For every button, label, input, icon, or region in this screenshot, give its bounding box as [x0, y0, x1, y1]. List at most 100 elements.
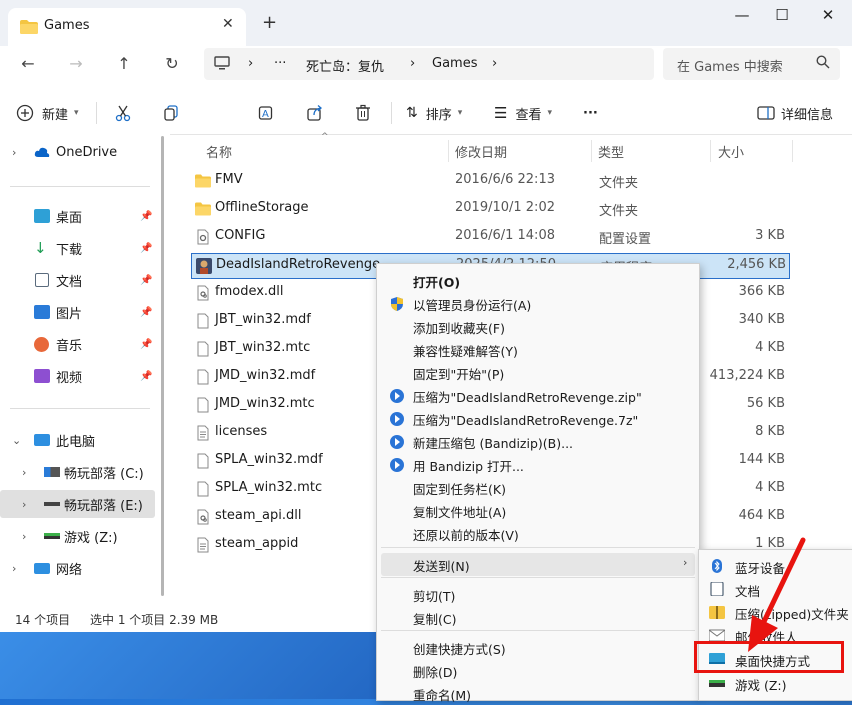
dll-file-icon: [195, 285, 211, 301]
sidebar-item-drive-c[interactable]: › 畅玩部落 (C:): [0, 458, 155, 486]
column-header-date[interactable]: 修改日期: [455, 142, 507, 161]
forward-arrow-icon[interactable]: →: [65, 54, 87, 76]
breadcrumb-item[interactable]: Games: [432, 56, 477, 71]
sidebar-item-network[interactable]: › 网络: [0, 554, 155, 582]
divider: [391, 102, 392, 124]
file-row[interactable]: FMV 2016/6/6 22:13 文件夹: [191, 169, 788, 193]
menu-item-pin-to-taskbar[interactable]: 固定到任务栏(K): [381, 476, 695, 499]
column-header-type[interactable]: 类型: [598, 142, 624, 161]
cloud-icon: [34, 147, 50, 157]
sidebar-item-drive-e[interactable]: › 畅玩部落 (E:): [0, 490, 155, 518]
send-to-zip-folder[interactable]: 压缩(zipped)文件夹: [703, 601, 852, 624]
sidebar-item-videos[interactable]: 视频 📌: [0, 362, 155, 390]
sidebar-item-pictures[interactable]: 图片 📌: [0, 298, 155, 326]
copy-button[interactable]: [162, 102, 180, 124]
close-tab-icon[interactable]: ✕: [222, 16, 234, 32]
cut-button[interactable]: [114, 102, 132, 124]
scissors-icon: [115, 105, 131, 122]
send-to-drive-z[interactable]: 游戏 (Z:): [703, 672, 852, 695]
sidebar-item-drive-z[interactable]: › 游戏 (Z:): [0, 522, 155, 550]
share-button[interactable]: [306, 102, 324, 124]
breadcrumb-more[interactable]: ···: [274, 56, 286, 71]
text-file-icon: [195, 425, 211, 441]
config-file-icon: [195, 229, 211, 245]
delete-button[interactable]: [354, 102, 372, 124]
sidebar-item-documents[interactable]: 文档 📌: [0, 266, 155, 294]
menu-item-delete[interactable]: 删除(D): [381, 659, 695, 682]
menu-item-label: 创建快捷方式(S): [413, 642, 506, 657]
menu-item-label: 以管理员身份运行(A): [413, 298, 532, 313]
column-header-name[interactable]: 名称: [206, 142, 232, 161]
sidebar-label: 桌面: [56, 210, 83, 226]
network-icon: [34, 562, 50, 574]
more-options-button[interactable]: ···: [583, 102, 598, 124]
menu-item-compress-7z[interactable]: 压缩为"DeadIslandRetroRevenge.7z": [381, 407, 695, 430]
details-button[interactable]: 详细信息: [757, 102, 833, 124]
menu-item-open[interactable]: 打开(O): [381, 269, 695, 292]
sidebar-item-desktop[interactable]: 桌面 📌: [0, 202, 155, 230]
menu-item-copy[interactable]: 复制(C): [381, 606, 695, 629]
menu-item-label: 固定到任务栏(K): [413, 482, 506, 497]
file-icon: [195, 481, 211, 497]
picture-icon: [34, 305, 50, 319]
up-arrow-icon[interactable]: ↑: [113, 54, 135, 76]
menu-item-label: 删除(D): [413, 665, 458, 680]
menu-item-rename[interactable]: 重命名(M): [381, 682, 695, 705]
sidebar-item-this-pc[interactable]: ⌄ 此电脑: [0, 426, 155, 454]
file-type: 文件夹: [599, 176, 639, 191]
view-list-icon: ☰: [494, 104, 508, 122]
search-input[interactable]: 在 Games 中搜索: [663, 48, 840, 80]
sort-ascending-icon: ^: [321, 132, 329, 142]
sidebar-label: 网络: [56, 562, 83, 578]
menu-item-cut[interactable]: 剪切(T): [381, 583, 695, 606]
share-icon: [307, 105, 322, 121]
menu-item-add-to-favorites[interactable]: 添加到收藏夹(F): [381, 315, 695, 338]
address-bar[interactable]: › ··· 死亡岛：复仇 › Games ›: [204, 48, 654, 80]
pin-icon: 📌: [140, 338, 153, 350]
menu-item-new-archive[interactable]: 新建压缩包 (Bandizip)(B)...: [381, 430, 695, 453]
back-arrow-icon[interactable]: ←: [17, 54, 39, 76]
file-row[interactable]: OfflineStorage 2019/10/1 2:02 文件夹: [191, 197, 788, 221]
refresh-icon[interactable]: ↻: [161, 54, 183, 76]
menu-item-pin-to-start[interactable]: 固定到"开始"(P): [381, 361, 695, 384]
copy-icon: [164, 105, 178, 121]
file-name: CONFIG: [215, 228, 266, 243]
details-label: 详细信息: [781, 107, 834, 123]
file-size: 413,224 KB: [709, 368, 785, 383]
menu-item-restore-previous-versions[interactable]: 还原以前的版本(V): [381, 522, 695, 545]
new-tab-button[interactable]: +: [262, 12, 277, 33]
bandizip-icon: [389, 388, 405, 404]
menu-item-compress-zip[interactable]: 压缩为"DeadIslandRetroRevenge.zip": [381, 384, 695, 407]
tab-games[interactable]: Games ✕: [8, 8, 246, 46]
sort-button[interactable]: ⇅ 排序 ▾: [406, 102, 462, 124]
menu-item-copy-path[interactable]: 复制文件地址(A): [381, 499, 695, 522]
menu-item-create-shortcut[interactable]: 创建快捷方式(S): [381, 636, 695, 659]
minimize-button[interactable]: —: [727, 6, 757, 26]
column-header-size[interactable]: 大小: [718, 142, 744, 161]
breadcrumb-item[interactable]: 死亡岛：复仇: [306, 56, 384, 75]
view-button[interactable]: ☰ 查看 ▾: [494, 102, 552, 124]
sidebar-label: 游戏 (Z:): [64, 530, 118, 546]
send-to-bluetooth[interactable]: 蓝牙设备: [703, 555, 852, 578]
folder-icon: [195, 201, 211, 217]
menu-item-run-as-admin[interactable]: 以管理员身份运行(A): [381, 292, 695, 315]
drive-e-icon: [44, 502, 60, 506]
drive-z-icon: [709, 676, 725, 690]
pin-icon: 📌: [140, 274, 153, 286]
sidebar-scrollbar[interactable]: [161, 136, 164, 596]
menu-item-send-to[interactable]: 发送到(N) ›: [381, 553, 695, 576]
view-label: 查看: [515, 107, 542, 123]
file-date: 2016/6/1 14:08: [455, 228, 555, 243]
sidebar-item-downloads[interactable]: ↓ 下载 📌: [0, 234, 155, 262]
file-row[interactable]: CONFIG 2016/6/1 14:08 配置设置 3 KB: [191, 225, 788, 249]
menu-item-label: 固定到"开始"(P): [413, 367, 505, 382]
send-to-documents[interactable]: 文档: [703, 578, 852, 601]
rename-button[interactable]: A: [258, 102, 276, 124]
sidebar-item-onedrive[interactable]: › OneDrive: [0, 138, 155, 166]
new-button[interactable]: 新建 ▾: [16, 102, 79, 124]
maximize-button[interactable]: ☐: [767, 6, 797, 26]
sidebar-item-music[interactable]: 音乐 📌: [0, 330, 155, 358]
close-window-button[interactable]: ✕: [813, 6, 843, 26]
menu-item-compatibility-troubleshoot[interactable]: 兼容性疑难解答(Y): [381, 338, 695, 361]
menu-item-open-with-bandizip[interactable]: 用 Bandizip 打开...: [381, 453, 695, 476]
